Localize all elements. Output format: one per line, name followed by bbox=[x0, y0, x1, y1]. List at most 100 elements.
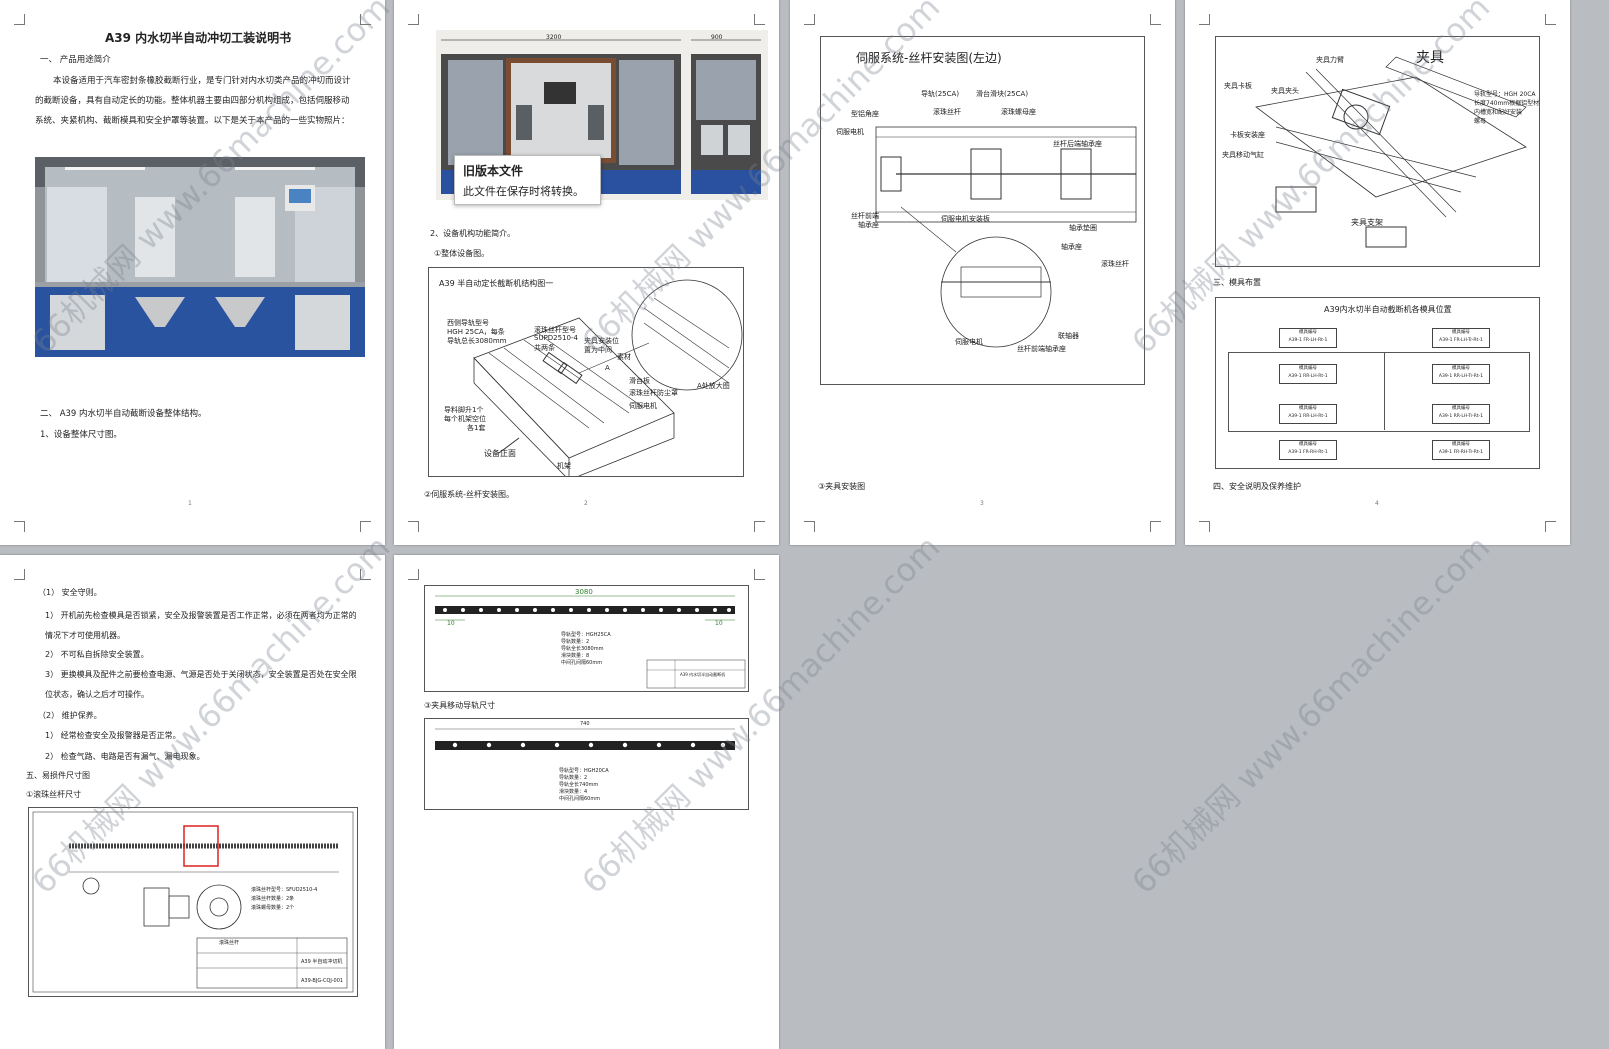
equipment-photo bbox=[35, 157, 365, 357]
mold-code: A39-1 RR-LH-Rt-1 bbox=[1288, 414, 1328, 419]
mold-divider bbox=[1384, 352, 1385, 430]
spec-line: 导轨数量：2 bbox=[561, 639, 590, 645]
page-3: 伺服系统-丝杆安装图(左边) 导轨(25CA) 滑台滑块(25CA) 型铝角座 … bbox=[790, 0, 1175, 545]
spec-line: 导轨全长3080mm bbox=[561, 646, 604, 652]
crop-mark bbox=[1150, 521, 1161, 532]
spec-line: 滚珠丝杆型号：SFUD2510-4 bbox=[251, 887, 318, 893]
mold-code: A39-1 FR-RH-Tr-Rt-1 bbox=[1438, 450, 1484, 455]
callout-label: 伺服电机安装板 bbox=[941, 215, 990, 223]
crop-mark bbox=[804, 14, 815, 25]
mold-node-label: 模具编号 bbox=[1299, 442, 1317, 447]
callout-label: 丝杆前端轴承座 bbox=[1017, 345, 1066, 353]
callout-label: 导轨型号：HGH 20CA bbox=[1474, 91, 1536, 98]
callout-label: 夹具支架 bbox=[1351, 218, 1383, 227]
diagram-title: A39 半自动定长截断机结构图一 bbox=[439, 279, 554, 288]
dimension-label: 3200 bbox=[546, 34, 562, 41]
callout-label: 联轴器 bbox=[1058, 332, 1079, 340]
mold-node: 模具编号 A39-1 FR-RH-Tr-Rt-1 bbox=[1432, 440, 1490, 460]
callout-label: 夹具力臂 bbox=[1316, 56, 1344, 64]
subsection-heading: 1、设备整体尺寸图。 bbox=[40, 430, 122, 440]
spec-line: 导轨型号：HGH25CA bbox=[561, 632, 611, 638]
diagram-title: 伺服系统-丝杆安装图(左边) bbox=[856, 51, 1002, 65]
crop-mark bbox=[754, 521, 765, 532]
subsection-heading: ③夹具移动导轨尺寸 bbox=[424, 701, 496, 710]
structure-diagram: A39 半自动定长截断机结构图一 西侧导轨型号 HGH 25CA，每条 导轨总长… bbox=[428, 267, 744, 477]
mold-node-label: 模具编号 bbox=[1299, 330, 1317, 335]
crop-mark bbox=[14, 569, 25, 580]
mold-node-label: 模具编号 bbox=[1452, 366, 1470, 371]
callout-label: 内槽宽和配好安装 bbox=[1474, 109, 1523, 116]
dimension-label: 900 bbox=[711, 34, 723, 41]
callout-label: 各1套 bbox=[467, 424, 486, 432]
callout-label: 设备正面 bbox=[484, 449, 516, 458]
mold-node-label: 模具编号 bbox=[1299, 406, 1317, 411]
page-number: 1 bbox=[188, 500, 192, 507]
crop-mark bbox=[1199, 521, 1210, 532]
mold-node-label: 模具编号 bbox=[1452, 406, 1470, 411]
callout-label: 滑台板 bbox=[629, 377, 650, 385]
callout-label: 滚珠丝杆 bbox=[1101, 260, 1129, 268]
callout-label: 轴承座 bbox=[1061, 243, 1082, 251]
mold-node: 模具编号 A39-1 RR-LH-Rt-1 bbox=[1279, 364, 1337, 384]
spec-line: 滑块数量：4 bbox=[559, 789, 588, 795]
diagram-title: 夹具 bbox=[1416, 50, 1444, 66]
dimension-label: 740 bbox=[580, 721, 590, 727]
callout-label: 伺服电机 bbox=[955, 338, 983, 346]
mold-node-label: 模具编号 bbox=[1299, 366, 1317, 371]
callout-label: 滚珠螺母座 bbox=[1001, 108, 1036, 116]
mold-node: 模具编号 A39-1 FR-LH-Tr-Rt-1 bbox=[1432, 328, 1490, 348]
callout-label: 滚珠丝杆 bbox=[933, 108, 961, 116]
rail-drawing-1: 3080 10 10 导轨型号：HGH25CA 导轨数量：2 导轨全长3080m… bbox=[424, 585, 749, 692]
spec-line: 中间孔间隔60mm bbox=[559, 796, 601, 802]
section-heading: 二、 A39 内水切半自动截断设备整体结构。 bbox=[40, 409, 207, 419]
callout-label: SUPD2510-4 bbox=[534, 334, 578, 342]
crop-mark bbox=[1199, 14, 1210, 25]
callout-label: 滑台滑块(25CA) bbox=[976, 90, 1029, 98]
list-item: （1） 安全守则。 bbox=[38, 588, 102, 597]
crop-mark bbox=[408, 14, 419, 25]
mold-code: A39-1 FR-LH-Rt-1 bbox=[1288, 338, 1328, 343]
callout-label: 机架 bbox=[557, 462, 571, 470]
callout-label: 夹具移动气缸 bbox=[1222, 151, 1264, 159]
doc-title: A39 内水切半自动冲切工装说明书 bbox=[105, 31, 292, 45]
crop-mark bbox=[754, 14, 765, 25]
callout-label: 伺服电机 bbox=[836, 128, 864, 136]
page-5: （1） 安全守则。 1） 开机前先检查模具是否锁紧，安全及报警装置是否工作正常，… bbox=[0, 555, 385, 1049]
subsection-heading: ①整体设备图。 bbox=[434, 249, 490, 258]
mold-node: 模具编号 A39-1 FR-LH-Rt-1 bbox=[1279, 328, 1337, 348]
spec-line: 导轨型号：HGH20CA bbox=[559, 768, 609, 774]
section-heading: 四、安全说明及保养维护 bbox=[1213, 482, 1301, 491]
title-block-label: A39 内水切半自动截断机 bbox=[680, 672, 726, 677]
callout-label: 丝杆后端轴承座 bbox=[1053, 140, 1102, 148]
mold-code: A39-1 RR-LH-Tr-Rt-1 bbox=[1438, 414, 1484, 419]
page-number: 2 bbox=[584, 500, 588, 507]
mold-layout-diagram: A39内水切半自动截断机各模具位置 模具编号 A39-1 FR-LH-Rt-1 模… bbox=[1215, 297, 1540, 469]
crop-mark bbox=[1545, 521, 1556, 532]
spec-line: 滑块数量：8 bbox=[561, 653, 590, 659]
crop-mark bbox=[360, 569, 371, 580]
dimension-label: 3080 bbox=[575, 588, 593, 596]
title-block-label: 滚珠丝杆 bbox=[219, 940, 240, 946]
callout-label: 轴承垫圈 bbox=[1069, 224, 1097, 232]
rail-drawing-2: 740 导轨型号：HGH20CA 导轨数量：2 导轨全长740mm 滑块数量：4… bbox=[424, 718, 749, 810]
mold-code: A39-1 FR-LH-Tr-Rt-1 bbox=[1439, 338, 1483, 343]
mold-code: A39-1 RR-LH-Tr-Rt-1 bbox=[1438, 374, 1484, 379]
mold-diagram-title: A39内水切半自动截断机各模具位置 bbox=[1324, 305, 1452, 314]
old-version-notice[interactable]: 旧版本文件 此文件在保存时将转换。 bbox=[454, 155, 601, 205]
crop-mark bbox=[754, 569, 765, 580]
page-2: 3200 900 旧版本文件 此文件在保存时将转换。 2、设备机构功能简介。 ①… bbox=[394, 0, 779, 545]
list-item: 1） 开机前先检查模具是否锁紧，安全及报警装置是否工作正常，必须在两者均为正常的… bbox=[45, 611, 357, 640]
mold-node-label: 模具编号 bbox=[1452, 330, 1470, 335]
crop-mark bbox=[360, 14, 371, 25]
watermark: 66机械网 www.66machine.com bbox=[1124, 528, 1498, 902]
list-item: 3） 更换模具及配件之前要检查电源、气源是否处于关闭状态，安全装置是否处在安全限… bbox=[45, 670, 357, 699]
ball-screw-drawing: 滚珠丝杆型号：SFUD2510-4 滚珠丝杆数量：2条 滚珠螺母数量：2个 滚珠… bbox=[28, 807, 358, 997]
page-4: 夹具 夹具力臂 夹具卡板 夹具夹头 导轨型号：HGH 20CA 长度740mm根… bbox=[1185, 0, 1570, 545]
spec-line: 滚珠丝杆数量：2条 bbox=[251, 896, 295, 902]
spec-line: 导轨全长740mm bbox=[559, 782, 599, 788]
crop-mark bbox=[1150, 14, 1161, 25]
subsection-heading: ①滚珠丝杆尺寸 bbox=[26, 790, 82, 799]
title-block-label: A39-BJG-CQJ-001 bbox=[301, 978, 344, 984]
notice-title: 旧版本文件 bbox=[463, 164, 524, 178]
callout-label: 导轨总长3080mm bbox=[447, 337, 507, 345]
